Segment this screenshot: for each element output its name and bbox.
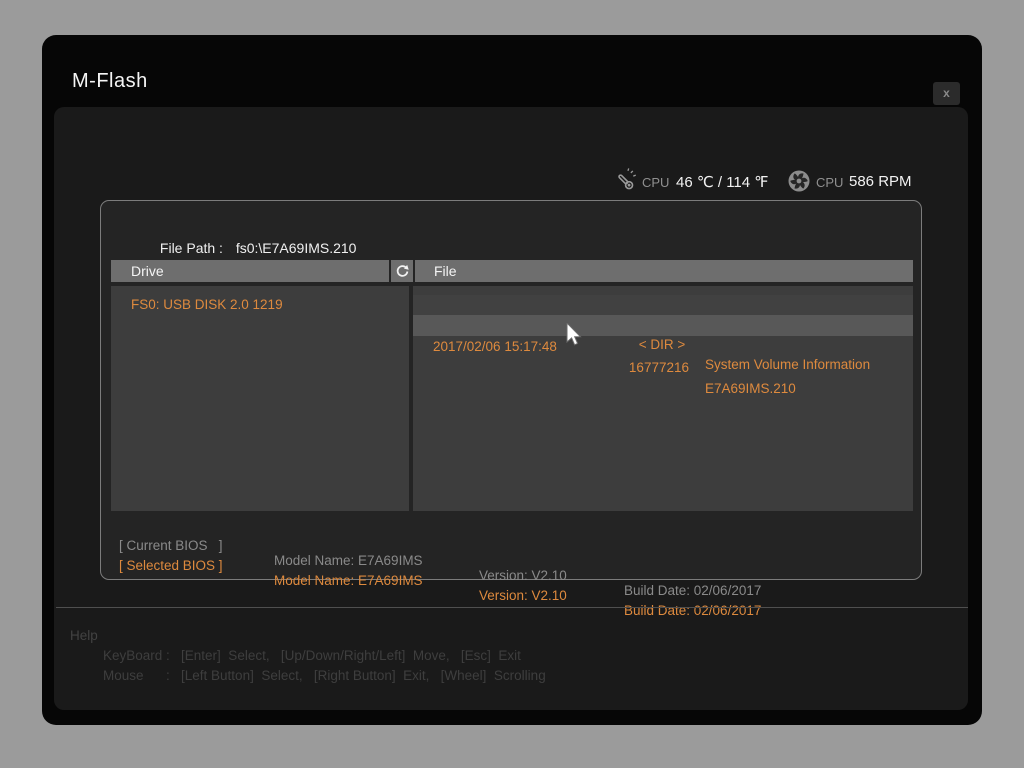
file-size: < DIR > bbox=[583, 335, 689, 355]
file-path-value: fs0:\E7A69IMS.210 bbox=[236, 240, 357, 256]
cpu-fan-value: 586 RPM bbox=[849, 173, 912, 190]
cpu-temp-value: 46 ℃ / 114 ℉ bbox=[676, 173, 769, 191]
mflash-window: M-Flash x CPU 46 ℃ / 114 ℉ bbox=[42, 35, 982, 725]
help-title: Help bbox=[70, 628, 98, 643]
fan-icon bbox=[787, 169, 811, 193]
file-name: System Volume Information bbox=[705, 355, 870, 375]
current-bios-model: Model Name: E7A69IMS bbox=[274, 553, 423, 568]
help-mouse-line: Mouse : [Left Button] Select, [Right But… bbox=[103, 668, 546, 683]
drive-header-label: Drive bbox=[131, 263, 164, 279]
file-path-label: File Path : bbox=[160, 240, 227, 256]
file-column-header: File bbox=[415, 260, 913, 282]
page-title: M-Flash bbox=[72, 70, 148, 93]
thermometer-icon bbox=[613, 168, 639, 194]
selected-bios-model: Model Name: E7A69IMS bbox=[274, 573, 423, 588]
cpu-temp-label: CPU bbox=[642, 175, 669, 190]
selected-bios-version: Version: V2.10 bbox=[479, 588, 567, 603]
close-button[interactable]: x bbox=[933, 82, 960, 105]
selected-bios-row: [ Selected BIOS ] Model Name: E7A69IMS V… bbox=[101, 543, 139, 633]
selected-bios-label: [ Selected BIOS ] bbox=[119, 558, 223, 573]
file-row-directory[interactable]: 2017/03/06 23:54:56 < DIR > System Volum… bbox=[413, 295, 913, 315]
file-list: 2017/03/06 23:54:56 < DIR > System Volum… bbox=[413, 286, 913, 511]
file-date: 2017/02/06 15:17:48 bbox=[433, 336, 557, 357]
selected-bios-build: Build Date: 02/06/2017 bbox=[624, 603, 761, 618]
file-name: E7A69IMS.210 bbox=[705, 378, 796, 399]
drive-column-header: Drive bbox=[111, 260, 389, 282]
file-browser-panel: File Path : fs0:\E7A69IMS.210 Drive File… bbox=[100, 200, 922, 580]
file-size: 16777216 bbox=[583, 357, 689, 378]
current-bios-version: Version: V2.10 bbox=[479, 568, 567, 583]
file-row-selected[interactable]: 2017/02/06 15:17:48 16777216 E7A69IMS.21… bbox=[413, 315, 913, 336]
file-header-label: File bbox=[434, 263, 457, 279]
drive-item[interactable]: FS0: USB DISK 2.0 1219 bbox=[111, 295, 409, 315]
cpu-fan-label: CPU bbox=[816, 175, 843, 190]
mouse-cursor bbox=[566, 323, 584, 349]
current-bios-build: Build Date: 02/06/2017 bbox=[624, 583, 761, 598]
help-keyboard-line: KeyBoard : [Enter] Select, [Up/Down/Righ… bbox=[103, 648, 521, 663]
help-divider bbox=[56, 607, 968, 608]
drive-list: FS0: USB DISK 2.0 1219 bbox=[111, 286, 409, 511]
refresh-icon bbox=[395, 264, 410, 279]
refresh-button[interactable] bbox=[391, 260, 413, 282]
content-panel: CPU 46 ℃ / 114 ℉ CPU 586 RPM F bbox=[54, 107, 968, 710]
desktop-background: M-Flash x CPU 46 ℃ / 114 ℉ bbox=[0, 0, 1024, 768]
